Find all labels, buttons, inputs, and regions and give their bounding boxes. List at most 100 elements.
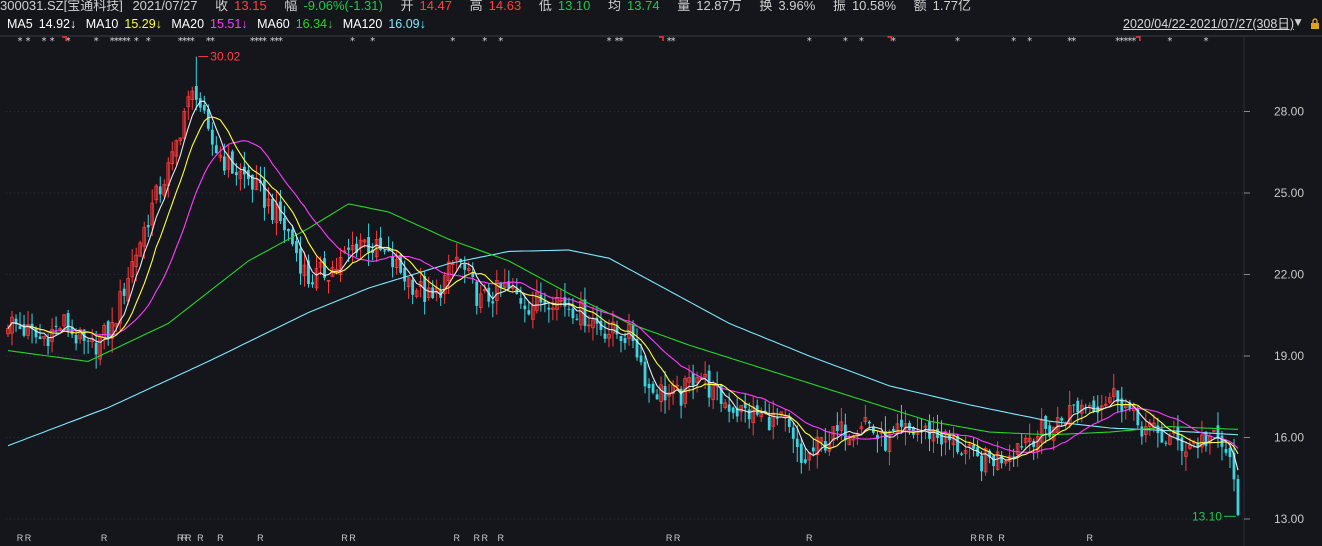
event-star-icon: * [450,36,455,47]
candle-body [1076,400,1080,413]
candle-body [799,443,803,463]
event-star-icon: * [671,36,676,47]
y-tick-label: 13.00 [1274,512,1304,526]
y-tick-label: 25.00 [1274,186,1304,200]
candle-body [74,334,78,344]
event-star-icon: * [126,36,131,47]
high-annotation-label: 30.02 [210,50,240,64]
ma120-line [7,249,1239,447]
candle-body [491,301,495,304]
candle-body [38,336,42,340]
rights-marker-icon: R [25,533,32,543]
rights-marker-icon: R [474,533,481,543]
event-star-icon: * [278,36,283,47]
rights-marker-icon: R [986,533,993,543]
event-star-icon: * [618,36,623,47]
event-star-icon: * [262,36,267,47]
candle-body [222,156,226,171]
event-star-icon: * [18,36,23,47]
event-star-icon: * [134,36,139,47]
candle-body [311,282,314,285]
candle-body [66,313,70,332]
candlestick-chart: 13.00 16.00 19.00 22.00 25.00 28.00 30.02 13.10… [0,35,1322,546]
candle-body [1224,448,1228,453]
candle-body [1160,429,1164,443]
rights-marker-icon: R [349,533,356,543]
candle-body [86,340,90,342]
event-star-icon: * [807,36,812,47]
candle-body [210,129,214,145]
candle-body [523,305,527,310]
candle-body [747,409,751,420]
y-tick-label: 19.00 [1274,349,1304,363]
candle-body [383,250,387,252]
candle-body [94,342,98,355]
candle-body [146,225,150,228]
event-star-icon: * [42,36,47,47]
candle-body [295,241,298,254]
event-star-icon: * [955,36,960,47]
candle-body [767,416,771,431]
candle-body [603,333,607,339]
candle-body [283,217,286,231]
candle-body [972,444,975,449]
event-flag-icon [1135,36,1141,41]
candle-body [583,299,587,326]
candle-body [1020,446,1024,448]
event-star-icon: * [50,36,55,47]
rights-marker-icon: R [101,533,108,543]
event-star-icon: * [1071,36,1076,47]
candle-body [271,198,274,221]
rights-marker-icon: R [806,533,813,543]
candle-body [18,325,22,329]
event-star-icon: * [1167,36,1172,47]
candle-body [34,328,38,338]
event-star-icon: * [843,36,848,47]
event-star-icon: * [1011,36,1016,47]
candle-body [299,248,302,274]
candle-body [980,455,983,472]
candle-body [214,145,218,154]
candle-body [1220,435,1224,447]
rights-marker-icon: R [978,533,985,543]
candle-body [54,325,58,327]
candle-body [639,355,643,363]
candle-body [775,417,779,419]
candle-body [1072,404,1076,406]
candle-body [803,459,807,463]
candle-body [411,279,415,295]
candle-body [727,404,731,412]
candle-body [835,425,839,431]
candle-body [403,267,407,282]
candle-body [651,383,655,393]
low-annotation-label: 13.10 [1192,509,1222,523]
candle-body [1228,448,1232,458]
event-star-icon: * [859,36,864,47]
candle-body [731,407,735,413]
candle-body [202,104,206,111]
y-tick-label: 16.00 [1274,431,1304,445]
rights-marker-icon: R [257,533,264,543]
candle-body [623,338,627,344]
rights-marker-icon: R [970,533,977,543]
candle-body [811,447,815,452]
event-star-icon: * [350,36,355,47]
y-tick-label: 28.00 [1274,105,1304,119]
rights-marker-icon: R [674,533,681,543]
event-flag-icon [62,36,67,41]
event-flag-icon [887,36,893,41]
y-tick-label: 22.00 [1274,268,1304,282]
candle-body [519,298,523,304]
candle-body [1164,442,1168,444]
candle-body [463,264,467,270]
candle-body [867,421,871,424]
candle-body [347,247,350,250]
event-star-icon: * [1027,36,1032,47]
candle-body [431,287,435,299]
candle-body [655,394,659,400]
ma20-line [7,140,1239,454]
event-star-icon: * [94,36,99,47]
candle-body [106,321,110,340]
candle-body [992,455,996,467]
candle-body [194,86,198,100]
